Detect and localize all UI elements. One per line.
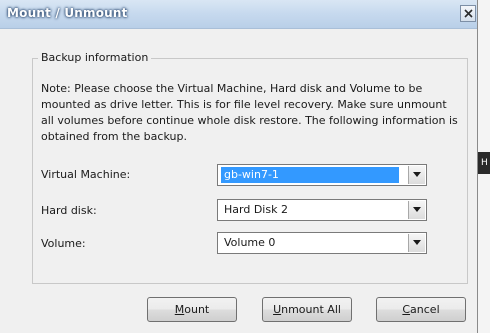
mount-mnemonic: M xyxy=(174,303,185,316)
mount-unmount-dialog: Mount / Unmount Backup information Note:… xyxy=(0,0,478,333)
mount-button[interactable]: Mount xyxy=(147,297,237,322)
volume-dropdown-arrow[interactable] xyxy=(408,234,425,252)
volume-label: Volume: xyxy=(41,237,86,250)
virtual-machine-dropdown-arrow[interactable] xyxy=(408,166,425,184)
close-button[interactable] xyxy=(460,5,476,22)
chevron-down-icon xyxy=(413,172,421,177)
hard-disk-label: Hard disk: xyxy=(41,204,97,217)
cancel-label-rest: ancel xyxy=(410,303,440,316)
virtual-machine-select[interactable]: gb-win7-1 xyxy=(217,164,427,186)
mount-label-rest: ount xyxy=(184,303,210,316)
virtual-machine-label: Virtual Machine: xyxy=(41,168,131,181)
volume-value: Volume 0 xyxy=(224,236,276,249)
cancel-button[interactable]: Cancel xyxy=(376,297,466,322)
unmount-all-label-rest: nmount All xyxy=(281,303,341,316)
hard-disk-value: Hard Disk 2 xyxy=(224,203,288,216)
virtual-machine-value: gb-win7-1 xyxy=(221,167,399,183)
unmount-all-mnemonic: U xyxy=(273,303,282,316)
volume-select[interactable]: Volume 0 xyxy=(217,232,427,254)
note-text: Note: Please choose the Virtual Machine,… xyxy=(41,82,458,143)
close-icon xyxy=(464,9,473,18)
chevron-down-icon xyxy=(413,240,421,245)
title-bar[interactable]: Mount / Unmount xyxy=(0,0,477,29)
chevron-down-icon xyxy=(413,207,421,212)
background-panel-tab: H xyxy=(478,152,490,174)
group-legend: Backup information xyxy=(38,49,152,67)
cancel-mnemonic: C xyxy=(402,303,411,316)
hard-disk-select[interactable]: Hard Disk 2 xyxy=(217,199,427,221)
dialog-title: Mount / Unmount xyxy=(7,6,128,20)
hard-disk-dropdown-arrow[interactable] xyxy=(408,201,425,219)
unmount-all-button[interactable]: Unmount All xyxy=(262,297,352,322)
